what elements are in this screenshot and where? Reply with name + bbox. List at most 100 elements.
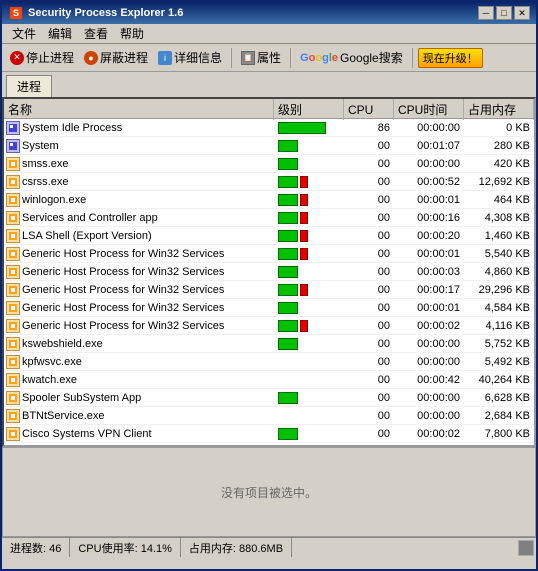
minimize-button[interactable]: ─ [478, 6, 494, 20]
maximize-button[interactable]: □ [496, 6, 512, 20]
level-bar [278, 428, 298, 440]
level-bar-cell [274, 245, 344, 263]
cpu-time-cell: 00:00:00 [394, 409, 464, 423]
menu-view[interactable]: 查看 [78, 24, 114, 43]
cpu-time-cell: 00:00:02 [394, 427, 464, 441]
table-row[interactable]: Generic Host Process for Win32 Services 0… [4, 299, 534, 317]
cpu-cell: 00 [344, 175, 394, 189]
level-bar-cell [274, 299, 344, 317]
process-icon [6, 193, 20, 207]
close-button[interactable]: ✕ [514, 6, 530, 20]
cpu-time-cell: 00:00:20 [394, 229, 464, 243]
level-bar [278, 302, 298, 314]
table-row[interactable]: kswebshield.exe0000:00:005,752 KB [4, 335, 534, 353]
process-name: BTNtService.exe [22, 410, 105, 422]
header-cpu-time[interactable]: CPU时间 [394, 99, 464, 120]
mem-cell: 2,684 KB [464, 409, 534, 423]
table-row[interactable]: System0000:01:07280 KB [4, 137, 534, 155]
level-bar [278, 158, 298, 170]
process-name: Generic Host Process for Win32 Services [22, 302, 224, 314]
process-icon [6, 283, 20, 297]
separator-1 [231, 48, 232, 68]
table-row[interactable]: Generic Host Process for Win32 Services0… [4, 263, 534, 281]
level-bar [278, 338, 298, 350]
table-row[interactable]: Generic Host Process for Win32 Services 0… [4, 281, 534, 299]
mem-cell: 29,296 KB [464, 283, 534, 297]
header-level[interactable]: 级别 [274, 99, 344, 120]
process-icon [6, 301, 20, 315]
cpu-cell: 00 [344, 301, 394, 315]
google-search-button[interactable]: Google Google搜索 [296, 47, 407, 68]
table-row[interactable]: winlogon.exe0000:00:01464 KB [4, 191, 534, 209]
mem-cell: 5,752 KB [464, 337, 534, 351]
cpu-cell: 00 [344, 391, 394, 405]
mem-cell: 5,540 KB [464, 247, 534, 261]
process-icon [6, 409, 20, 423]
upgrade-button[interactable]: 现在升级！ [418, 48, 483, 68]
process-name-cell: Cisco Systems VPN Client [4, 426, 274, 442]
process-name: Services and Controller app [22, 212, 158, 224]
mem-cell: 0 KB [464, 121, 534, 135]
level-bar-cell [274, 119, 344, 137]
cpu-cell: 00 [344, 427, 394, 441]
table-row[interactable]: Services and Controller app0000:00:164,3… [4, 209, 534, 227]
properties-button[interactable]: 📋 属性 [237, 47, 285, 68]
table-row[interactable]: kpfwsvc.exe0000:00:005,492 KB [4, 353, 534, 371]
table-row[interactable]: kwatch.exe0000:00:4240,264 KB [4, 371, 534, 389]
no-selection-text: 没有项目被选中。 [221, 484, 317, 501]
process-name: Cisco Systems VPN Client [22, 428, 152, 440]
process-icon [6, 211, 20, 225]
table-body[interactable]: System Idle Process8600:00:000 KBSystem0… [4, 119, 534, 445]
level-bar-cell [274, 317, 344, 335]
process-name-cell: System [4, 138, 274, 154]
status-bar: 进程数: 46 CPU使用率: 14.1% 占用内存: 880.6MB [2, 537, 536, 557]
level-bar [278, 194, 308, 206]
level-bar [278, 230, 308, 242]
process-name-cell: Generic Host Process for Win32 Services [4, 282, 274, 298]
header-mem[interactable]: 占用内存 [464, 99, 534, 120]
cpu-cell: 86 [344, 121, 394, 135]
cpu-time-cell: 00:00:00 [394, 157, 464, 171]
table-row[interactable]: System Idle Process8600:00:000 KB [4, 119, 534, 137]
details-button[interactable]: i 详细信息 [154, 47, 226, 68]
stop-process-label: 停止进程 [26, 49, 74, 66]
menu-file[interactable]: 文件 [6, 24, 42, 43]
mem-cell: 464 KB [464, 193, 534, 207]
stop-process-button[interactable]: ✕ 停止进程 [6, 47, 78, 68]
header-name[interactable]: 名称 [4, 99, 274, 120]
cpu-cell: 00 [344, 283, 394, 297]
table-row[interactable]: smss.exe0000:00:00420 KB [4, 155, 534, 173]
mem-cell: 12,692 KB [464, 175, 534, 189]
hide-process-button[interactable]: ● 屏蔽进程 [80, 47, 152, 68]
table-row[interactable]: Generic Host Process for Win32 Services0… [4, 245, 534, 263]
menu-help[interactable]: 帮助 [114, 24, 150, 43]
table-row[interactable]: Generic Host Process for Win32 Services0… [4, 317, 534, 335]
process-name-cell: Generic Host Process for Win32 Services [4, 318, 274, 334]
level-bar [278, 122, 326, 134]
process-icon [6, 355, 20, 369]
process-icon [6, 157, 20, 171]
process-name: kwatch.exe [22, 374, 77, 386]
process-name-cell: Services and Controller app [4, 210, 274, 226]
process-name: kswebshield.exe [22, 338, 103, 350]
hide-process-label: 屏蔽进程 [100, 49, 148, 66]
header-cpu[interactable]: CPU [344, 99, 394, 120]
process-icon [6, 265, 20, 279]
menu-edit[interactable]: 编辑 [42, 24, 78, 43]
table-row[interactable]: Spooler SubSystem App0000:00:006,628 KB [4, 389, 534, 407]
cpu-time-cell: 00:00:00 [394, 337, 464, 351]
process-icon [6, 229, 20, 243]
level-bar [278, 176, 308, 188]
table-row[interactable]: BTNtService.exe0000:00:002,684 KB [4, 407, 534, 425]
process-name-cell: winlogon.exe [4, 192, 274, 208]
mem-cell: 5,492 KB [464, 355, 534, 369]
process-name-cell: kpfwsvc.exe [4, 354, 274, 370]
level-bar-cell [274, 425, 344, 443]
cpu-cell: 00 [344, 373, 394, 387]
table-row[interactable]: csrss.exe0000:00:5212,692 KB [4, 173, 534, 191]
table-row[interactable]: Cisco Systems VPN Client0000:00:027,800 … [4, 425, 534, 443]
tab-process[interactable]: 进程 [6, 75, 52, 97]
process-icon [6, 319, 20, 333]
table-row[interactable]: LSA Shell (Export Version)0000:00:201,46… [4, 227, 534, 245]
process-name: Generic Host Process for Win32 Services [22, 248, 224, 260]
